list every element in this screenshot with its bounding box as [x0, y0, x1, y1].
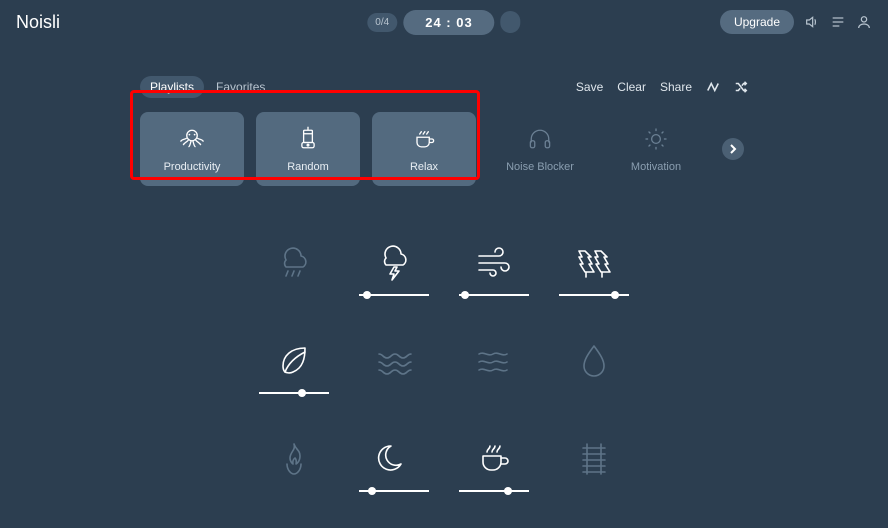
playlist-label: Random	[287, 161, 329, 173]
playlist-next-button[interactable]	[722, 138, 744, 160]
sound-night[interactable]	[344, 438, 444, 528]
tab-playlists[interactable]: Playlists	[140, 76, 204, 98]
sound-fire[interactable]	[244, 438, 344, 528]
sound-train[interactable]	[544, 438, 644, 528]
stream-icon	[473, 340, 515, 380]
tab-favorites[interactable]: Favorites	[206, 76, 275, 98]
moon-icon	[373, 438, 415, 478]
sound-wind[interactable]	[444, 242, 544, 332]
sound-leaves[interactable]	[244, 340, 344, 430]
oscillate-icon[interactable]	[706, 80, 720, 94]
sound-slider[interactable]	[459, 290, 529, 300]
sound-rain[interactable]	[244, 242, 344, 332]
sound-forest[interactable]	[544, 242, 644, 332]
leaf-icon	[273, 340, 315, 380]
save-button[interactable]: Save	[576, 80, 603, 94]
list-icon[interactable]	[830, 14, 846, 30]
sound-thunder[interactable]	[344, 242, 444, 332]
playlist-label: Productivity	[164, 161, 221, 173]
playlist-label: Relax	[410, 161, 438, 173]
drop-icon	[573, 340, 615, 380]
upgrade-button[interactable]: Upgrade	[720, 10, 794, 34]
clear-button[interactable]: Clear	[617, 80, 646, 94]
sound-coffee[interactable]	[444, 438, 544, 528]
blender-icon	[293, 125, 323, 153]
playlist-noise-blocker[interactable]: Noise Blocker	[488, 112, 592, 186]
share-button[interactable]: Share	[660, 80, 692, 94]
shuffle-icon[interactable]	[734, 80, 748, 94]
playlist-label: Noise Blocker	[506, 161, 574, 173]
rain-icon	[273, 242, 315, 282]
octopus-icon	[177, 125, 207, 153]
sound-slider[interactable]	[359, 290, 429, 300]
playlist-label: Motivation	[631, 161, 681, 173]
thunder-icon	[373, 242, 415, 282]
playlist-motivation[interactable]: Motivation	[604, 112, 708, 186]
sound-slider[interactable]	[259, 388, 329, 398]
sound-slider[interactable]	[459, 486, 529, 496]
coffee-icon	[473, 438, 515, 478]
app-logo[interactable]: Noisli	[16, 12, 60, 33]
session-count[interactable]: 0/4	[367, 13, 397, 32]
user-icon[interactable]	[856, 14, 872, 30]
fire-icon	[273, 438, 315, 478]
sound-slider[interactable]	[559, 290, 629, 300]
train-tracks-icon	[573, 438, 615, 478]
timer-group: 0/4 24 : 03	[367, 10, 520, 35]
sun-icon	[641, 125, 671, 153]
playlist-random[interactable]: Random	[256, 112, 360, 186]
sound-grid	[0, 242, 888, 528]
playlist-productivity[interactable]: Productivity	[140, 112, 244, 186]
sound-slider[interactable]	[359, 486, 429, 496]
playlist-cards: Productivity Random Relax Noise Blocker …	[0, 112, 888, 186]
sound-water-drop[interactable]	[544, 340, 644, 430]
sound-waves[interactable]	[344, 340, 444, 430]
playlist-relax[interactable]: Relax	[372, 112, 476, 186]
wind-icon	[473, 242, 515, 282]
headphones-icon	[525, 125, 555, 153]
playlist-toolbar: Playlists Favorites Save Clear Share	[0, 74, 888, 100]
app-header: Noisli 0/4 24 : 03 Upgrade	[0, 0, 888, 44]
volume-icon[interactable]	[804, 14, 820, 30]
forest-icon	[573, 242, 615, 282]
sound-stream[interactable]	[444, 340, 544, 430]
tea-cup-icon	[409, 125, 439, 153]
header-right: Upgrade	[720, 10, 872, 34]
timer-display[interactable]: 24 : 03	[403, 10, 494, 35]
waves-icon	[373, 340, 415, 380]
pause-button[interactable]	[501, 11, 521, 33]
